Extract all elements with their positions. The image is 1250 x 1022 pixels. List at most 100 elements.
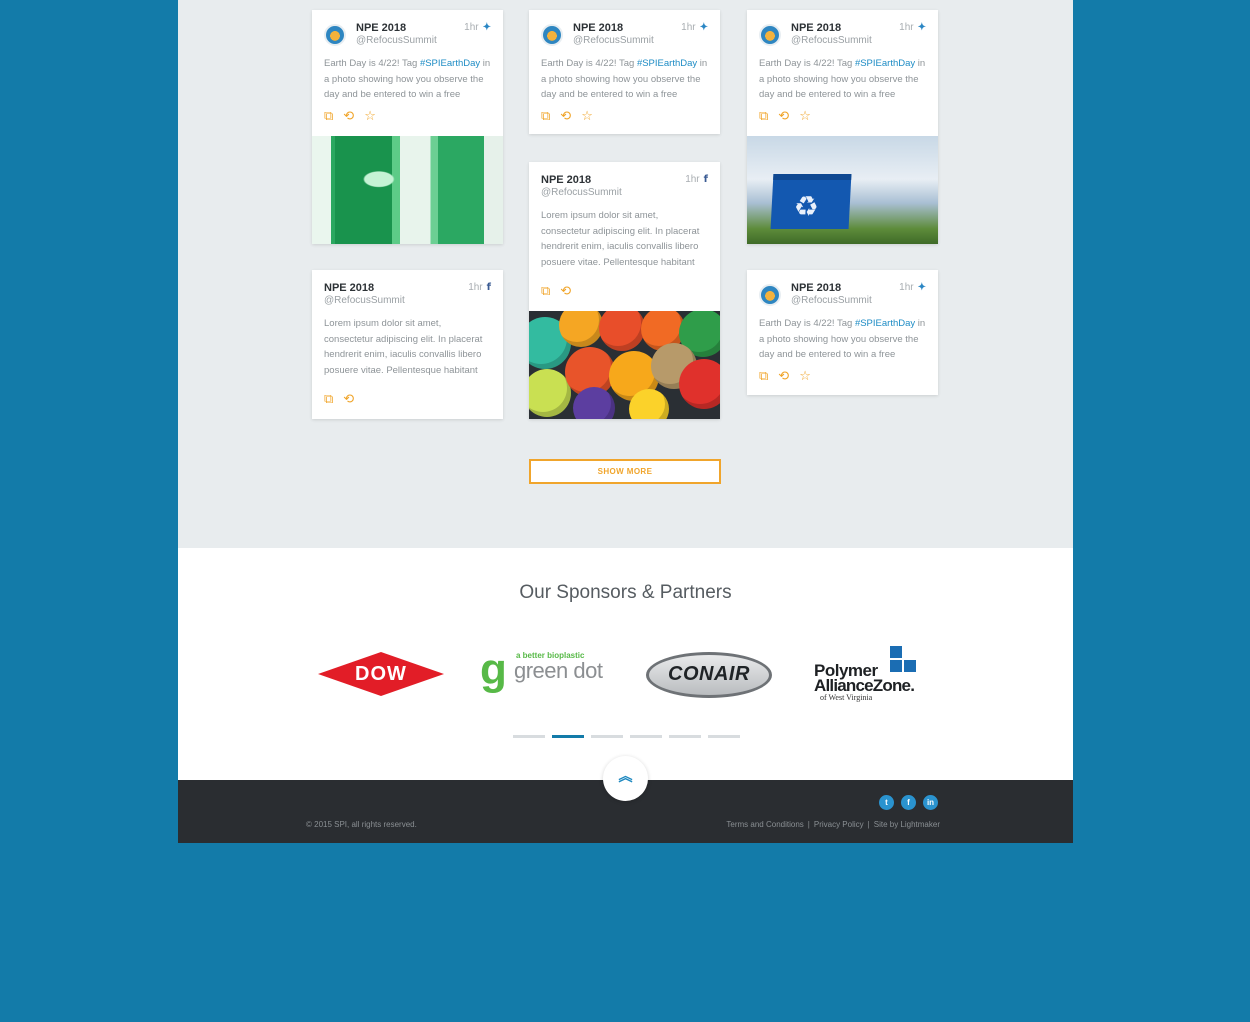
- account-handle[interactable]: @RefocusSummit: [573, 35, 654, 46]
- account-name[interactable]: NPE 2018: [324, 282, 374, 294]
- carousel-dot[interactable]: [708, 735, 740, 738]
- post-time: 1hr: [681, 22, 696, 33]
- card-header: NPE 2018 @RefocusSummit 1hr ✦: [759, 22, 926, 52]
- star-icon[interactable]: ☆: [799, 109, 811, 125]
- account-name[interactable]: NPE 2018: [791, 22, 841, 34]
- post-time: 1hr: [899, 22, 914, 33]
- account-name[interactable]: NPE 2018: [791, 282, 841, 294]
- hashtag-link[interactable]: #SPIEarthDay: [420, 58, 480, 69]
- social-links: t f in: [879, 795, 938, 810]
- card-header: NPE 2018 @RefocusSummit 1hr f: [324, 282, 491, 312]
- carousel-dot[interactable]: [669, 735, 701, 738]
- carousel-dot[interactable]: [591, 735, 623, 738]
- post-meta: 1hr ✦: [681, 22, 708, 33]
- account-name[interactable]: NPE 2018: [573, 22, 623, 34]
- avatar[interactable]: [759, 284, 781, 306]
- account-handle[interactable]: @RefocusSummit: [324, 295, 405, 306]
- facebook-icon[interactable]: f: [901, 795, 916, 810]
- hashtag-link[interactable]: #SPIEarthDay: [855, 318, 915, 329]
- conair-logo[interactable]: CONAIR: [646, 652, 772, 698]
- bottle-cap: [573, 387, 615, 419]
- card-header: NPE 2018 @RefocusSummit 1hr ✦: [759, 282, 926, 312]
- star-icon[interactable]: ☆: [581, 109, 593, 125]
- avatar[interactable]: [541, 24, 563, 46]
- account-handle[interactable]: @RefocusSummit: [541, 187, 622, 198]
- account-handle[interactable]: @RefocusSummit: [791, 295, 872, 306]
- copyright-text: © 2015 SPI, all rights reserved.: [306, 820, 417, 829]
- post-image[interactable]: [529, 311, 720, 419]
- hashtag-link[interactable]: #SPIEarthDay: [637, 58, 697, 69]
- carousel-pagination: [513, 735, 740, 738]
- retweet-icon[interactable]: ⟲: [778, 369, 789, 385]
- post-time: 1hr: [899, 282, 914, 293]
- facebook-icon[interactable]: f: [704, 174, 708, 185]
- twitter-icon[interactable]: ✦: [483, 22, 491, 33]
- post-meta: 1hr ✦: [899, 282, 926, 293]
- account-name[interactable]: NPE 2018: [541, 174, 591, 186]
- retweet-icon[interactable]: ⟲: [560, 109, 571, 125]
- share-icon[interactable]: ⟲: [560, 284, 571, 300]
- post-actions: ⧉ ⟲ ☆: [324, 109, 376, 125]
- back-to-top-button[interactable]: ︽: [603, 756, 648, 801]
- feed-card[interactable]: NPE 2018 @RefocusSummit 1hr ✦ Earth Day i…: [747, 270, 938, 395]
- feed-card[interactable]: NPE 2018 @RefocusSummit 1hr f Lorem ipsum…: [312, 270, 503, 419]
- reply-icon[interactable]: ⧉: [759, 369, 768, 385]
- terms-link[interactable]: Terms and Conditions: [726, 820, 803, 829]
- post-image[interactable]: ♻: [747, 136, 938, 244]
- polymer-alliance-zone-logo[interactable]: Polymer AllianceZone. of West Virginia: [814, 646, 934, 702]
- sponsors-section: Our Sponsors & Partners DOW g a better b…: [178, 548, 1073, 780]
- post-text: Lorem ipsum dolor sit amet, consectetur …: [541, 210, 700, 268]
- account-name[interactable]: NPE 2018: [356, 22, 406, 34]
- linkedin-icon[interactable]: in: [923, 795, 938, 810]
- post-time: 1hr: [468, 282, 483, 293]
- star-icon[interactable]: ☆: [364, 109, 376, 125]
- carousel-dot-active[interactable]: [552, 735, 584, 738]
- sponsors-title: Our Sponsors & Partners: [519, 582, 732, 603]
- facebook-icon[interactable]: f: [487, 282, 491, 293]
- post-text: Earth Day is 4/22! Tag #SPIEarthDay in a…: [759, 318, 926, 360]
- twitter-icon[interactable]: ✦: [918, 22, 926, 33]
- carousel-dot[interactable]: [513, 735, 545, 738]
- twitter-icon[interactable]: ✦: [918, 282, 926, 293]
- feed-card[interactable]: NPE 2018 @RefocusSummit 1hr ✦ Earth Day i…: [312, 10, 503, 244]
- social-feed: NPE 2018 @RefocusSummit 1hr ✦ Earth Day i…: [178, 0, 1073, 548]
- page-container: NPE 2018 @RefocusSummit 1hr ✦ Earth Day i…: [178, 0, 1073, 843]
- reply-icon[interactable]: ⧉: [324, 109, 333, 125]
- carousel-dot[interactable]: [630, 735, 662, 738]
- account-handle[interactable]: @RefocusSummit: [791, 35, 872, 46]
- avatar[interactable]: [324, 24, 346, 46]
- dow-logo[interactable]: DOW: [318, 652, 444, 696]
- green-dot-letter: g: [480, 645, 507, 694]
- privacy-link[interactable]: Privacy Policy: [814, 820, 864, 829]
- account-handle[interactable]: @RefocusSummit: [356, 35, 437, 46]
- twitter-icon[interactable]: t: [879, 795, 894, 810]
- star-icon[interactable]: ☆: [799, 369, 811, 385]
- link-separator: |: [807, 820, 810, 829]
- credit-link[interactable]: Site by Lightmaker: [874, 820, 940, 829]
- bottle-cap: [559, 311, 603, 347]
- reply-icon[interactable]: ⧉: [541, 109, 550, 125]
- feed-card[interactable]: NPE 2018 @RefocusSummit 1hr f Lorem ipsum…: [529, 162, 720, 419]
- green-dot-logo[interactable]: g a better bioplastic green dot: [480, 648, 610, 700]
- reply-icon[interactable]: ⧉: [759, 109, 768, 125]
- retweet-icon[interactable]: ⟲: [343, 109, 354, 125]
- show-more-button[interactable]: SHOW MORE: [529, 459, 721, 484]
- feed-card[interactable]: NPE 2018 @RefocusSummit 1hr ✦ Earth Day i…: [747, 10, 938, 244]
- card-header: NPE 2018 @RefocusSummit 1hr ✦: [541, 22, 708, 52]
- post-actions: ⧉ ⟲ ☆: [759, 369, 811, 385]
- post-actions: ⧉ ⟲: [541, 284, 571, 300]
- post-image[interactable]: [312, 136, 503, 244]
- retweet-icon[interactable]: ⟲: [778, 109, 789, 125]
- post-text: Lorem ipsum dolor sit amet, consectetur …: [324, 318, 483, 376]
- share-icon[interactable]: ⟲: [343, 392, 354, 408]
- hashtag-link[interactable]: #SPIEarthDay: [855, 58, 915, 69]
- post-actions: ⧉ ⟲ ☆: [541, 109, 593, 125]
- feed-card[interactable]: NPE 2018 @RefocusSummit 1hr ✦ Earth Day i…: [529, 10, 720, 134]
- reply-icon[interactable]: ⧉: [324, 392, 333, 408]
- avatar[interactable]: [759, 24, 781, 46]
- bottle-cap: [679, 359, 720, 409]
- twitter-icon[interactable]: ✦: [700, 22, 708, 33]
- dow-logo-text: DOW: [355, 663, 407, 685]
- reply-icon[interactable]: ⧉: [541, 284, 550, 300]
- post-actions: ⧉ ⟲ ☆: [759, 109, 811, 125]
